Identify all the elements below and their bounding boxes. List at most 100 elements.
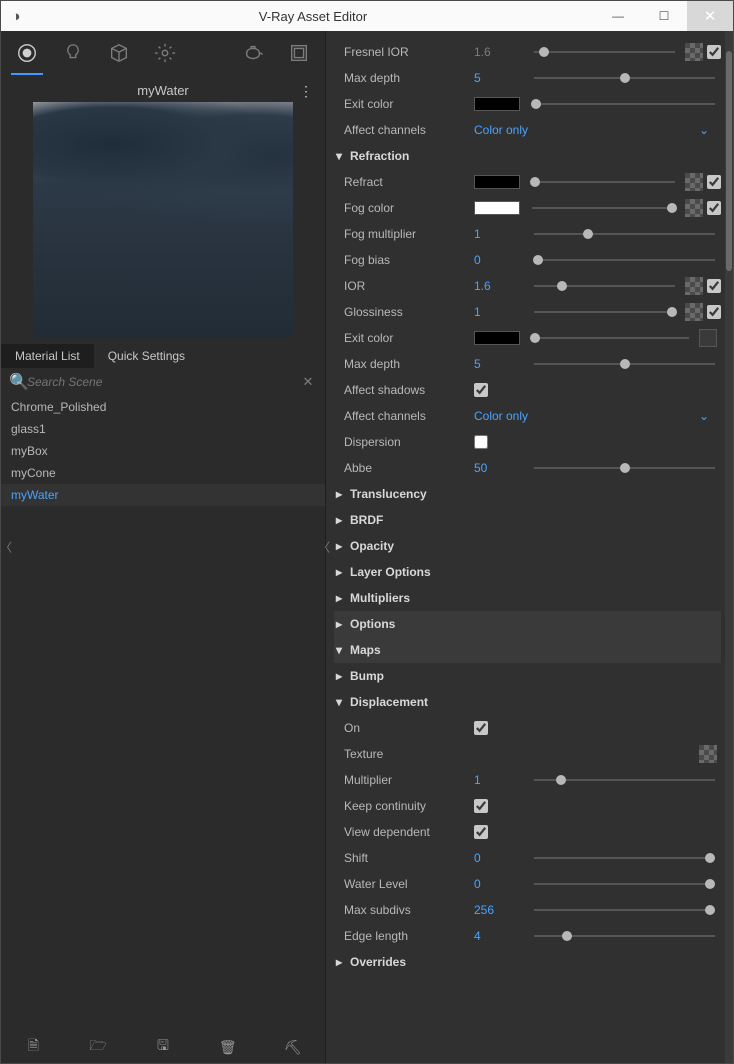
slider[interactable]: [526, 207, 681, 209]
section-header[interactable]: ▸Multipliers: [334, 585, 721, 611]
slider[interactable]: [528, 259, 721, 261]
slider[interactable]: [528, 467, 721, 469]
preview-material-name: myWater ⋮: [9, 79, 317, 102]
slider[interactable]: [528, 909, 721, 911]
texture-checker-icon[interactable]: [685, 303, 703, 321]
section-header[interactable]: ▾Displacement: [334, 689, 721, 715]
checkbox[interactable]: [707, 201, 721, 215]
property-label: Fog bias: [344, 253, 474, 267]
checkbox[interactable]: [474, 435, 488, 449]
checkbox[interactable]: [474, 799, 488, 813]
section-header[interactable]: ▸Overrides: [334, 949, 721, 975]
slider[interactable]: [528, 779, 721, 781]
tab-quick-settings[interactable]: Quick Settings: [94, 344, 199, 368]
section-header[interactable]: ▸Translucency: [334, 481, 721, 507]
checkbox[interactable]: [474, 721, 488, 735]
properties-scrollbar[interactable]: [725, 31, 733, 1063]
slider[interactable]: [528, 77, 721, 79]
dropdown[interactable]: Color only⌄: [474, 123, 721, 137]
color-swatch[interactable]: [474, 331, 520, 345]
left-collapse-icon[interactable]: 〈: [0, 539, 10, 556]
value[interactable]: 50: [474, 461, 528, 475]
section-header[interactable]: ▸Bump: [334, 663, 721, 689]
dropdown[interactable]: Color only⌄: [474, 409, 721, 423]
value[interactable]: 256: [474, 903, 528, 917]
slider[interactable]: [526, 181, 681, 183]
property-label: Keep continuity: [344, 799, 474, 813]
texture-checker-icon[interactable]: [685, 43, 703, 61]
list-item[interactable]: myWater: [1, 484, 325, 506]
geometry-tab-icon[interactable]: [97, 31, 141, 75]
value[interactable]: 1: [474, 773, 528, 787]
value[interactable]: 1: [474, 227, 528, 241]
settings-tab-icon[interactable]: [143, 31, 187, 75]
property-row: Affect channelsColor only⌄: [334, 403, 721, 429]
slider[interactable]: [528, 233, 721, 235]
list-item[interactable]: myCone: [1, 462, 325, 484]
texture-checker-icon[interactable]: [685, 277, 703, 295]
materials-tab-icon[interactable]: [5, 31, 49, 75]
slider[interactable]: [528, 857, 721, 859]
property-row: Fog bias0: [334, 247, 721, 273]
list-item[interactable]: myBox: [1, 440, 325, 462]
value[interactable]: 5: [474, 357, 528, 371]
section-header[interactable]: ▸Layer Options: [334, 559, 721, 585]
empty-box[interactable]: [699, 329, 717, 347]
value[interactable]: 1: [474, 305, 528, 319]
checkbox[interactable]: [707, 279, 721, 293]
checkbox[interactable]: [707, 175, 721, 189]
slider[interactable]: [528, 311, 681, 313]
value[interactable]: 5: [474, 71, 528, 85]
slider[interactable]: [526, 337, 695, 339]
purge-icon[interactable]: ⛏: [271, 1039, 315, 1056]
value[interactable]: 4: [474, 929, 528, 943]
tab-material-list[interactable]: Material List: [1, 344, 94, 368]
value[interactable]: 0: [474, 877, 528, 891]
color-swatch[interactable]: [474, 97, 520, 111]
checkbox[interactable]: [707, 305, 721, 319]
save-icon[interactable]: 🖫: [141, 1035, 185, 1059]
slider[interactable]: [528, 883, 721, 885]
slider[interactable]: [528, 363, 721, 365]
checkbox[interactable]: [474, 825, 488, 839]
value[interactable]: 1.6: [474, 279, 528, 293]
clear-search-icon[interactable]: ✕: [299, 374, 317, 390]
section-header[interactable]: ▸Options: [334, 611, 721, 637]
texture-checker-icon[interactable]: [685, 199, 703, 217]
value[interactable]: 1.6: [474, 45, 528, 59]
slider[interactable]: [526, 103, 721, 105]
lights-tab-icon[interactable]: [51, 31, 95, 75]
slider[interactable]: [528, 935, 721, 937]
value[interactable]: 0: [474, 253, 528, 267]
section-header[interactable]: ▸Opacity: [334, 533, 721, 559]
property-label: Max depth: [344, 357, 474, 371]
value[interactable]: 0: [474, 851, 528, 865]
minimize-button[interactable]: —: [595, 1, 641, 31]
checkbox[interactable]: [474, 383, 488, 397]
section-header[interactable]: ▾Maps: [334, 637, 721, 663]
close-button[interactable]: ✕: [687, 1, 733, 31]
slider[interactable]: [528, 51, 681, 53]
maximize-button[interactable]: ☐: [641, 1, 687, 31]
render-teapot-icon[interactable]: [231, 31, 275, 75]
section-header[interactable]: ▾Refraction: [334, 143, 721, 169]
frame-buffer-icon[interactable]: [277, 31, 321, 75]
list-item[interactable]: glass1: [1, 418, 325, 440]
section-header[interactable]: ▸BRDF: [334, 507, 721, 533]
delete-icon[interactable]: 🗑: [206, 1039, 250, 1056]
slider[interactable]: [528, 285, 681, 287]
preview-overflow-icon[interactable]: ⋮: [299, 83, 313, 100]
right-collapse-icon[interactable]: 〈: [318, 539, 328, 556]
color-swatch[interactable]: [474, 175, 520, 189]
color-swatch[interactable]: [474, 201, 520, 215]
checkbox[interactable]: [707, 45, 721, 59]
texture-checker-icon[interactable]: [699, 745, 717, 763]
material-preview[interactable]: [33, 102, 293, 338]
list-item[interactable]: Chrome_Polished: [1, 396, 325, 418]
open-folder-icon[interactable]: 🗁: [76, 1035, 120, 1059]
new-file-icon[interactable]: 🗎: [11, 1035, 55, 1059]
texture-checker-icon[interactable]: [685, 173, 703, 191]
property-row: Dispersion: [334, 429, 721, 455]
property-label: Fresnel IOR: [344, 45, 474, 59]
search-input[interactable]: [27, 375, 299, 389]
